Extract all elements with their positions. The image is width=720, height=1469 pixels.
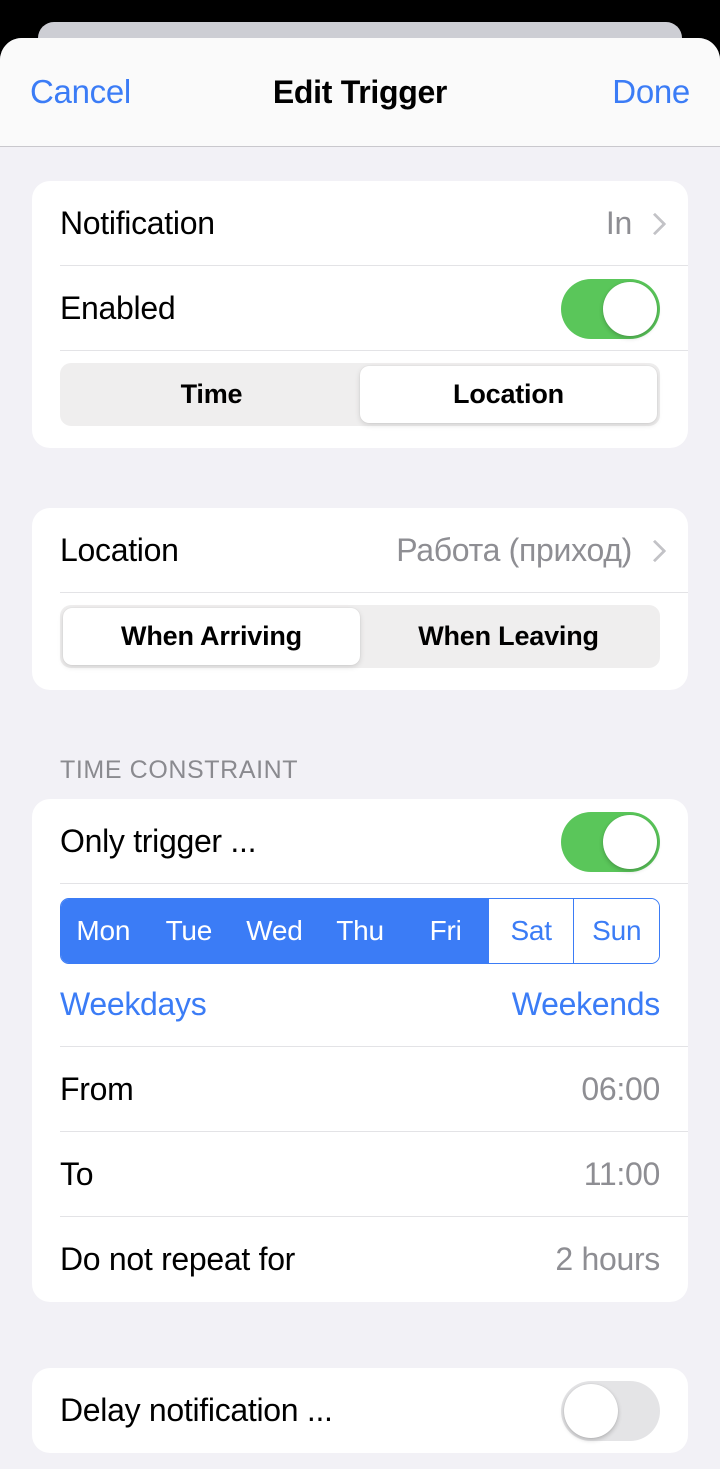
- location-value-group: Работа (приход): [396, 532, 660, 569]
- do-not-repeat-label: Do not repeat for: [60, 1241, 296, 1277]
- weekdays-link[interactable]: Weekdays: [60, 986, 207, 1023]
- location-card: Location Работа (приход) When Arriving W…: [32, 508, 688, 690]
- notification-label: Notification: [60, 205, 215, 241]
- chevron-right-icon: [646, 212, 660, 236]
- from-value: 06:00: [581, 1071, 660, 1107]
- weekday-mon[interactable]: Mon: [61, 899, 147, 963]
- weekday-fri[interactable]: Fri: [403, 899, 489, 963]
- do-not-repeat-row[interactable]: Do not repeat for 2 hours: [32, 1217, 688, 1302]
- delay-notification-row: Delay notification ...: [32, 1368, 688, 1453]
- direction-segmented-wrap: When Arriving When Leaving: [32, 593, 688, 690]
- segment-when-arriving[interactable]: When Arriving: [63, 608, 360, 665]
- weekday-wed[interactable]: Wed: [232, 899, 318, 963]
- chevron-right-icon: [646, 539, 660, 563]
- enabled-row: Enabled: [32, 266, 688, 351]
- delay-card: Delay notification ...: [32, 1368, 688, 1453]
- segment-location[interactable]: Location: [360, 366, 657, 423]
- notification-row[interactable]: Notification In: [32, 181, 688, 266]
- delay-notification-label: Delay notification ...: [60, 1392, 333, 1428]
- trigger-type-segmented-wrap: Time Location: [32, 351, 688, 448]
- only-trigger-label: Only trigger ...: [60, 823, 257, 859]
- trigger-type-segmented-control: Time Location: [60, 363, 660, 426]
- delay-notification-toggle[interactable]: [561, 1380, 660, 1441]
- do-not-repeat-value: 2 hours: [555, 1241, 660, 1277]
- direction-segmented-control: When Arriving When Leaving: [60, 605, 660, 668]
- to-value: 11:00: [583, 1156, 661, 1192]
- weekday-picker-wrap: Mon Tue Wed Thu Fri Sat Sun: [32, 884, 688, 964]
- weekday-thu[interactable]: Thu: [317, 899, 404, 963]
- settings-content: Notification In Enabled Time Location Lo…: [0, 147, 720, 1453]
- done-button[interactable]: Done: [612, 73, 690, 111]
- to-label: To: [60, 1156, 94, 1192]
- enabled-toggle[interactable]: [561, 278, 660, 339]
- from-row[interactable]: From 06:00: [32, 1047, 688, 1132]
- toggle-knob: [564, 1383, 618, 1438]
- weekday-sun[interactable]: Sun: [574, 899, 659, 963]
- edit-trigger-sheet: Cancel Edit Trigger Done Notification In…: [0, 38, 720, 1469]
- segment-time[interactable]: Time: [63, 366, 360, 423]
- trigger-card: Notification In Enabled Time Location: [32, 181, 688, 448]
- time-constraint-section-header: TIME CONSTRAINT: [60, 756, 299, 784]
- only-trigger-row: Only trigger ...: [32, 799, 688, 884]
- location-value: Работа (приход): [396, 532, 632, 568]
- navigation-bar: Cancel Edit Trigger Done: [0, 38, 720, 147]
- notification-value: In: [605, 205, 632, 241]
- weekday-sat[interactable]: Sat: [488, 899, 575, 963]
- notification-value-group: In: [606, 205, 660, 242]
- segment-when-leaving[interactable]: When Leaving: [360, 608, 657, 665]
- cancel-button[interactable]: Cancel: [30, 73, 131, 111]
- weekends-link[interactable]: Weekends: [512, 986, 661, 1023]
- from-label: From: [60, 1071, 134, 1107]
- weekday-quick-links: Weekdays Weekends: [32, 964, 688, 1047]
- location-row[interactable]: Location Работа (приход): [32, 508, 688, 593]
- weekday-picker: Mon Tue Wed Thu Fri Sat Sun: [60, 898, 660, 964]
- to-row[interactable]: To 11:00: [32, 1132, 688, 1217]
- enabled-label: Enabled: [60, 290, 176, 326]
- toggle-knob: [603, 814, 657, 869]
- only-trigger-toggle[interactable]: [561, 811, 660, 872]
- time-constraint-card: Only trigger ... Mon Tue Wed Thu Fri Sat…: [32, 799, 688, 1302]
- weekday-tue[interactable]: Tue: [146, 899, 233, 963]
- toggle-knob: [603, 281, 657, 336]
- location-label: Location: [60, 532, 179, 568]
